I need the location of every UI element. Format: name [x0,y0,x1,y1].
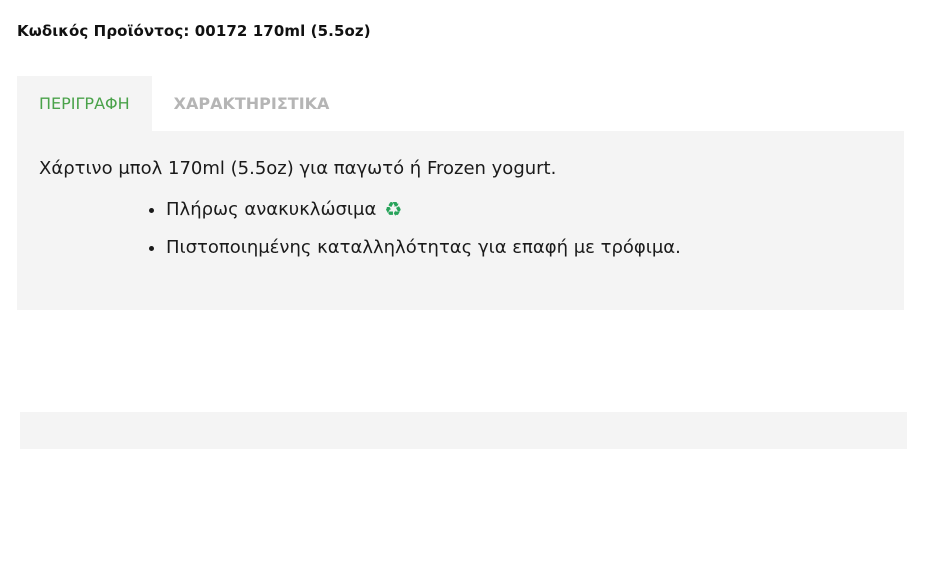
list-item: Πιστοποιημένης καταλληλότητας για επαφή … [166,236,882,260]
feature-label: Πλήρως ανακυκλώσιμα [166,199,377,220]
description-text: Χάρτινο μπολ 170ml (5.5oz) για παγωτό ή … [39,158,557,179]
feature-label: Πιστοποιημένης καταλληλότητας για επαφή … [166,237,681,258]
product-code: Κωδικός Προϊόντος: 00172 170ml (5.5oz) [17,22,371,40]
description-panel: Χάρτινο μπολ 170ml (5.5oz) για παγωτό ή … [17,131,904,310]
recycle-icon: ♻ [384,197,403,221]
tab-characteristics[interactable]: ΧΑΡΑΚΤΗΡΙΣΤΙΚΑ [151,76,352,131]
tab-bar: ΠΕΡΙΓΡΑΦΗ ΧΑΡΑΚΤΗΡΙΣΤΙΚΑ [17,76,352,131]
list-item: Πλήρως ανακυκλώσιμα ♻ [166,197,882,222]
feature-list: Πλήρως ανακυκλώσιμα ♻ Πιστοποιημένης κατα… [39,197,882,260]
tab-description[interactable]: ΠΕΡΙΓΡΑΦΗ [17,76,152,131]
bottom-bar [20,412,907,449]
